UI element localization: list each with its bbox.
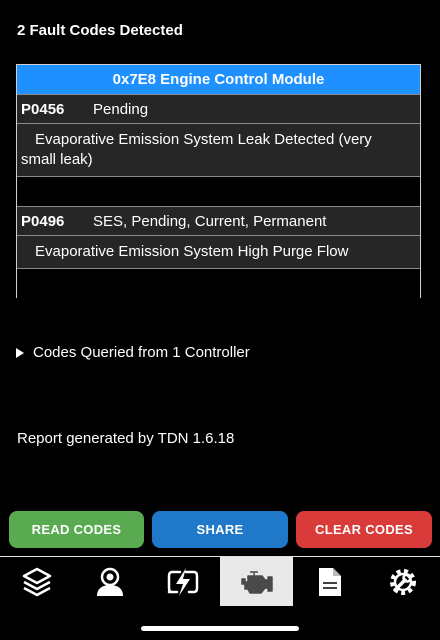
layers-icon bbox=[22, 567, 51, 596]
tab-live-data[interactable] bbox=[147, 557, 220, 606]
person-icon bbox=[96, 567, 123, 596]
fault-description: Evaporative Emission System High Purge F… bbox=[35, 243, 349, 260]
spacer-row bbox=[17, 176, 420, 206]
fault-description: Evaporative Emission System Leak Detecte… bbox=[21, 131, 372, 168]
bolt-icon bbox=[168, 567, 199, 596]
gear-wrench-icon bbox=[390, 568, 417, 595]
fault-status: SES, Pending, Current, Permanent bbox=[93, 212, 327, 230]
fault-code: P0456 bbox=[21, 100, 65, 118]
controllers-summary-label: Codes Queried from 1 Controller bbox=[33, 344, 250, 361]
disclosure-triangle-icon bbox=[16, 347, 24, 358]
fault-description-row: Evaporative Emission System Leak Detecte… bbox=[17, 123, 420, 176]
fault-status: Pending bbox=[93, 100, 149, 118]
tab-report[interactable] bbox=[293, 557, 366, 606]
controllers-summary-toggle[interactable]: Codes Queried from 1 Controller bbox=[16, 344, 250, 361]
share-button[interactable]: SHARE bbox=[152, 511, 288, 548]
document-icon bbox=[318, 567, 341, 596]
engine-icon bbox=[240, 570, 273, 594]
spacer-row bbox=[17, 268, 420, 298]
fault-code-row[interactable]: P0496 SES, Pending, Current, Permanent bbox=[17, 206, 420, 235]
tab-layers[interactable] bbox=[0, 557, 73, 606]
fault-description-row: Evaporative Emission System High Purge F… bbox=[17, 235, 420, 268]
home-indicator bbox=[141, 626, 299, 631]
tab-bar bbox=[0, 556, 440, 607]
tab-profile[interactable] bbox=[73, 557, 146, 606]
tab-settings[interactable] bbox=[367, 557, 440, 606]
fault-code: P0496 bbox=[21, 212, 65, 230]
fault-code-row[interactable]: P0456 Pending bbox=[17, 94, 420, 123]
page-title: 2 Fault Codes Detected bbox=[17, 22, 183, 39]
read-codes-button[interactable]: READ CODES bbox=[9, 511, 144, 548]
report-footer: Report generated by TDN 1.6.18 bbox=[17, 430, 235, 447]
module-header: 0x7E8 Engine Control Module bbox=[17, 65, 420, 94]
module-panel: 0x7E8 Engine Control Module P0456 Pendin… bbox=[16, 64, 421, 298]
tab-engine[interactable] bbox=[219, 557, 294, 606]
clear-codes-button[interactable]: CLEAR CODES bbox=[296, 511, 432, 548]
